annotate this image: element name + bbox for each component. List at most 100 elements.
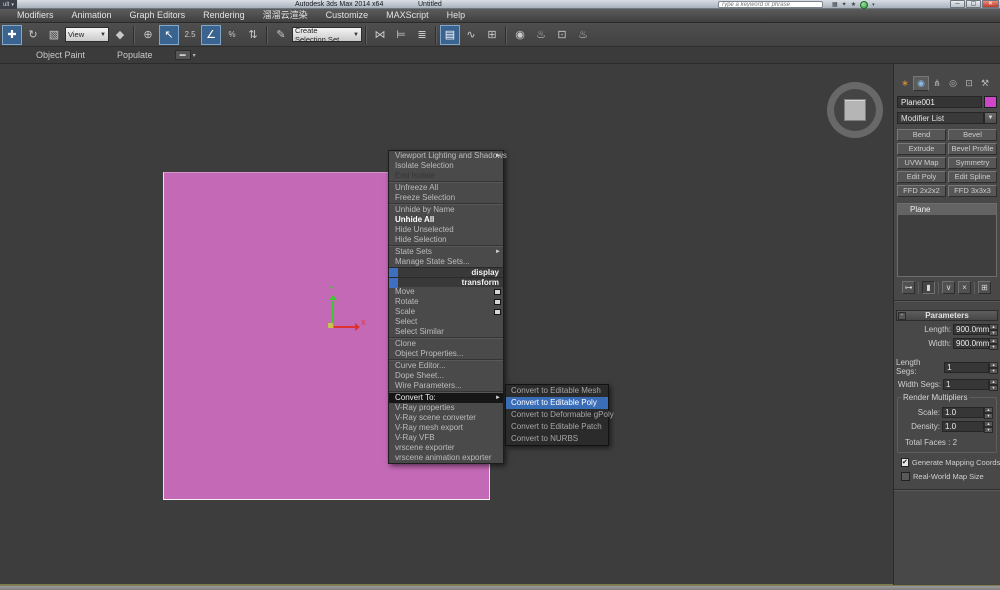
spinner-down-icon[interactable]: ▼ [989, 385, 998, 391]
render-production-button[interactable]: ♨ [573, 25, 593, 45]
ribbon-tab-object-paint[interactable]: Object Paint [20, 50, 101, 60]
spinner-control[interactable]: ▲▼ [989, 362, 998, 373]
modifier-list-dropdown[interactable]: Modifier List [897, 112, 984, 124]
pin-stack-button[interactable]: ⊶ [902, 281, 915, 294]
spinner-control[interactable]: ▲▼ [989, 324, 998, 335]
menu-item-v-ray-vfb[interactable]: V-Ray VFB [389, 433, 503, 443]
menu-item-rendering[interactable]: Rendering [194, 9, 254, 22]
modifier-button-edit-spline[interactable]: Edit Spline [948, 171, 997, 183]
menu-item-customize[interactable]: Customize [317, 9, 378, 22]
chevron-down-icon[interactable]: ▾ [872, 2, 875, 8]
collapse-icon[interactable]: - [898, 312, 906, 320]
modifier-button-uvw-map[interactable]: UVW Map [897, 157, 946, 169]
ribbon-tab-populate[interactable]: Populate [101, 50, 169, 60]
modifier-button-bend[interactable]: Bend [897, 129, 946, 141]
spinner-control[interactable]: ▲▼ [989, 379, 998, 390]
menu-item-viewport-lighting-and-shadows[interactable]: Viewport Lighting and Shadows► [389, 151, 503, 161]
menu-item-vrscene-exporter[interactable]: vrscene exporter [389, 443, 503, 453]
remove-modifier-button[interactable]: × [958, 281, 971, 294]
menu-item-hide-unselected[interactable]: Hide Unselected [389, 225, 503, 235]
layer-manager-button[interactable]: ≣ [412, 25, 432, 45]
use-pivot-point-center-button[interactable]: ◆ [110, 25, 130, 45]
menu-item-modifiers[interactable]: Modifiers [8, 9, 63, 22]
viewcube[interactable] [827, 82, 883, 138]
stack-item-plane[interactable]: Plane [898, 204, 996, 215]
menu-item-select[interactable]: Select [389, 317, 503, 327]
gizmo-x-axis[interactable] [334, 326, 356, 328]
spinner-down-icon[interactable]: ▼ [984, 413, 993, 419]
utilities-tab[interactable]: ⚒ [977, 76, 993, 91]
communication-center-icon[interactable] [860, 1, 868, 9]
submenu-item-convert-to-deformable-gpoly[interactable]: Convert to Deformable gPoly [506, 409, 608, 421]
menu-item-dope-sheet[interactable]: Dope Sheet... [389, 371, 503, 381]
configure-modifier-sets-button[interactable]: ⊞ [978, 281, 991, 294]
menu-item-manage-state-sets[interactable]: Manage State Sets... [389, 257, 503, 267]
material-editor-button[interactable]: ◉ [510, 25, 530, 45]
spinner-control[interactable]: ▲▼ [989, 338, 998, 349]
select-and-manipulate-button[interactable]: ⊕ [138, 25, 158, 45]
menu-item-animation[interactable]: Animation [63, 9, 121, 22]
select-and-rotate-button[interactable]: ↻ [23, 25, 43, 45]
rendered-frame-window-button[interactable]: ⊡ [552, 25, 572, 45]
schematic-view-button[interactable]: ⊞ [482, 25, 502, 45]
edit-named-selection-sets-button[interactable]: ✎ [271, 25, 291, 45]
menu-item-v-ray-mesh-export[interactable]: V-Ray mesh export [389, 423, 503, 433]
display-tab[interactable]: ⊡ [961, 76, 977, 91]
menu-item-unhide-all[interactable]: Unhide All [389, 215, 503, 225]
modifier-button-bevel-profile[interactable]: Bevel Profile [948, 143, 997, 155]
motion-tab[interactable]: ◎ [945, 76, 961, 91]
length-segs-field[interactable]: 1 [944, 362, 989, 373]
spinner-down-icon[interactable]: ▼ [984, 427, 993, 433]
width-field[interactable]: 900.0mm [953, 338, 989, 349]
modifier-button-bevel[interactable]: Bevel [948, 129, 997, 141]
menu-item-maxscript[interactable]: MAXScript [377, 9, 438, 22]
settings-box-icon[interactable] [494, 299, 501, 305]
viewcube-face[interactable] [844, 99, 866, 121]
menu-item-convert-to[interactable]: Convert To:► [389, 393, 503, 403]
modifier-button-ffd-3x3x3[interactable]: FFD 3x3x3 [948, 185, 997, 197]
modifier-button-ffd-2x2x2[interactable]: FFD 2x2x2 [897, 185, 946, 197]
length-field[interactable]: 900.0mm [953, 324, 989, 335]
submenu-item-convert-to-nurbs[interactable]: Convert to NURBS [506, 433, 608, 445]
menu-item-move[interactable]: Move [389, 287, 503, 297]
submenu-item-convert-to-editable-mesh[interactable]: Convert to Editable Mesh [506, 385, 608, 397]
reference-coordinate-system-dropdown[interactable]: View▼ [65, 27, 109, 42]
show-end-result-button[interactable]: ▮ [922, 281, 935, 294]
menu-item-scale[interactable]: Scale [389, 307, 503, 317]
menu-item-select-similar[interactable]: Select Similar [389, 327, 503, 337]
render-setup-button[interactable]: ♨ [531, 25, 551, 45]
density-field[interactable]: 1.0 [942, 421, 984, 432]
search-options-icon[interactable]: ▦ [832, 1, 838, 8]
quick-access-toolbar[interactable]: ult ▾ [0, 0, 17, 9]
menu-item-object-properties[interactable]: Object Properties... [389, 349, 503, 359]
menu-item-curve-editor[interactable]: Curve Editor... [389, 361, 503, 371]
menu-item-v-ray-scene-converter[interactable]: V-Ray scene converter [389, 413, 503, 423]
settings-box-icon[interactable] [494, 289, 501, 295]
make-unique-button[interactable]: ∨ [942, 281, 955, 294]
select-and-move-button[interactable]: ✚ [2, 25, 22, 45]
spinner-control[interactable]: ▲▼ [984, 407, 993, 418]
modifier-button-edit-poly[interactable]: Edit Poly [897, 171, 946, 183]
hierarchy-tab[interactable]: ⋔ [929, 76, 945, 91]
ribbon-minimize-button[interactable]: ▬ [175, 50, 191, 60]
menu-item-unfreeze-all[interactable]: Unfreeze All [389, 183, 503, 193]
subscription-center-icon[interactable]: ✦ [842, 1, 847, 8]
menu-item-isolate-selection[interactable]: Isolate Selection [389, 161, 503, 171]
checkbox-generate-mapping-coords[interactable]: ✔ [901, 458, 909, 467]
select-and-uniform-scale-button[interactable]: ▧ [44, 25, 64, 45]
menu-item-vrscene-animation-exporter[interactable]: vrscene animation exporter [389, 453, 503, 463]
menu-item-freeze-selection[interactable]: Freeze Selection [389, 193, 503, 203]
modify-tab[interactable]: ◉ [913, 76, 929, 91]
settings-box-icon[interactable] [494, 309, 501, 315]
menu-item-graph-editors[interactable]: Graph Editors [121, 9, 195, 22]
percent-snap-toggle-button[interactable]: % [222, 25, 242, 45]
named-selection-sets-dropdown[interactable]: Create Selection Set▼ [292, 27, 362, 42]
menu-item-state-sets[interactable]: State Sets► [389, 247, 503, 257]
width-segs-field[interactable]: 1 [943, 379, 989, 390]
close-button[interactable]: ✕ [982, 0, 999, 8]
angle-snap-toggle-button[interactable]: ∠ [201, 25, 221, 45]
favorites-icon[interactable]: ★ [851, 1, 856, 8]
menu-item-clone[interactable]: Clone [389, 339, 503, 349]
menu-item-item[interactable]: 溜溜云渲染 [254, 9, 317, 22]
scale-field[interactable]: 1.0 [942, 407, 984, 418]
